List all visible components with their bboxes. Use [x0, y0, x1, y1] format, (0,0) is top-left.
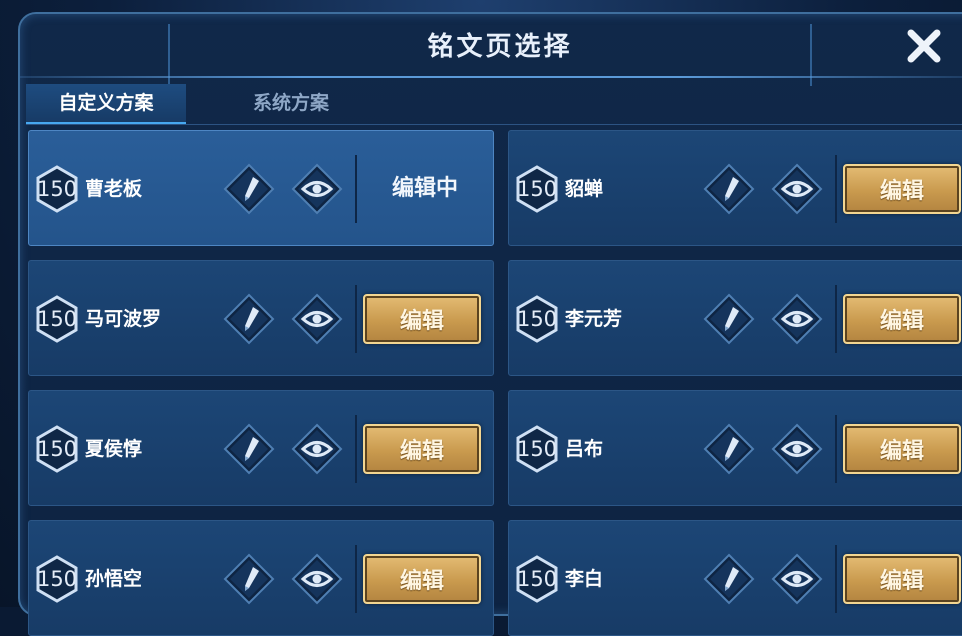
eye-icon — [771, 423, 823, 479]
pencil-icon — [703, 293, 755, 349]
page-title: 铭文页选择 — [427, 32, 573, 62]
level-badge: 150 — [516, 307, 558, 331]
edit-button[interactable]: 编辑 — [363, 554, 481, 604]
page-name: 马可波罗 — [85, 308, 162, 330]
rename-button[interactable] — [223, 553, 275, 605]
preview-button[interactable] — [291, 163, 343, 215]
card-divider — [835, 155, 837, 223]
page-name: 李白 — [565, 568, 604, 590]
pencil-icon — [223, 553, 275, 609]
eye-icon — [291, 163, 343, 219]
rename-button[interactable] — [223, 293, 275, 345]
preview-button[interactable] — [291, 423, 343, 475]
preview-button[interactable] — [291, 553, 343, 605]
tab-bar: 自定义方案 系统方案 — [26, 84, 962, 125]
rune-page-card[interactable]: 150 貂蝉 编辑 — [508, 130, 962, 246]
preview-button[interactable] — [771, 163, 823, 215]
rename-button[interactable] — [703, 553, 755, 605]
rename-button[interactable] — [703, 293, 755, 345]
page-name: 曹老板 — [85, 178, 143, 200]
card-divider — [835, 545, 837, 613]
rune-page-card[interactable]: 150 李元芳 编辑 — [508, 260, 962, 376]
close-icon — [907, 29, 941, 63]
eye-icon — [291, 423, 343, 479]
tab-system-pages[interactable]: 系统方案 — [206, 84, 376, 122]
header-divider — [20, 76, 962, 78]
level-badge: 150 — [516, 567, 558, 591]
rune-page-card[interactable]: 150 吕布 编辑 — [508, 390, 962, 506]
rename-button[interactable] — [223, 423, 275, 475]
edit-button[interactable]: 编辑 — [363, 424, 481, 474]
level-badge: 150 — [36, 437, 78, 461]
tab-custom-pages[interactable]: 自定义方案 — [26, 84, 186, 124]
rune-page-card[interactable]: 150 夏侯惇 编辑 — [28, 390, 494, 506]
eye-icon — [771, 553, 823, 609]
page-name: 吕布 — [565, 438, 604, 460]
page-name: 夏侯惇 — [85, 438, 143, 460]
pencil-icon — [703, 553, 755, 609]
pencil-icon — [223, 423, 275, 479]
level-badge: 150 — [516, 177, 558, 201]
edit-button[interactable]: 编辑 — [843, 424, 961, 474]
card-divider — [355, 285, 357, 353]
eye-icon — [771, 163, 823, 219]
editing-status-label: 编辑中 — [391, 176, 458, 201]
level-badge: 150 — [36, 307, 78, 331]
pencil-icon — [223, 163, 275, 219]
preview-button[interactable] — [771, 423, 823, 475]
rename-button[interactable] — [703, 163, 755, 215]
page-name: 貂蝉 — [565, 178, 604, 200]
level-badge: 150 — [36, 567, 78, 591]
rune-page-card[interactable]: 150 李白 编辑 — [508, 520, 962, 636]
eye-icon — [771, 293, 823, 349]
pencil-icon — [703, 423, 755, 479]
pencil-icon — [703, 163, 755, 219]
page-name: 李元芳 — [565, 308, 623, 330]
rename-button[interactable] — [223, 163, 275, 215]
card-divider — [835, 285, 837, 353]
level-badge: 150 — [36, 177, 78, 201]
card-divider — [355, 415, 357, 483]
preview-button[interactable] — [291, 293, 343, 345]
preview-button[interactable] — [771, 293, 823, 345]
page-name: 孙悟空 — [85, 568, 143, 590]
rename-button[interactable] — [703, 423, 755, 475]
card-divider — [835, 415, 837, 483]
pencil-icon — [223, 293, 275, 349]
edit-button[interactable]: 编辑 — [843, 554, 961, 604]
close-button[interactable] — [902, 26, 946, 66]
preview-button[interactable] — [771, 553, 823, 605]
rune-page-card[interactable]: 150 曹老板 编辑中 — [28, 130, 494, 246]
card-divider — [355, 545, 357, 613]
edit-button[interactable]: 编辑 — [843, 164, 961, 214]
eye-icon — [291, 553, 343, 609]
eye-icon — [291, 293, 343, 349]
edit-button[interactable]: 编辑 — [363, 294, 481, 344]
rune-page-card[interactable]: 150 孙悟空 编辑 — [28, 520, 494, 636]
level-badge: 150 — [516, 437, 558, 461]
edit-button[interactable]: 编辑 — [843, 294, 961, 344]
rune-page-card[interactable]: 150 马可波罗 编辑 — [28, 260, 494, 376]
